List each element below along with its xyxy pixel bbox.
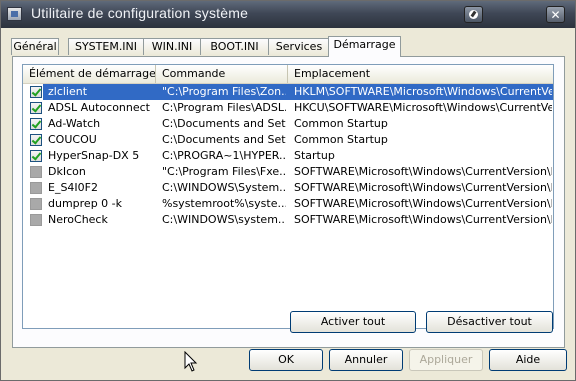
title-bar[interactable]: Utilitaire de configuration système ✕ [1,1,575,28]
enable-all-button[interactable]: Activer tout [290,311,416,333]
item-name-cell: dumprep 0 -k [48,197,123,210]
item-name-cell: ADSL Autoconnect [48,101,150,114]
startup-checkbox[interactable] [30,86,42,98]
location-cell: HKLM\SOFTWARE\Microsoft\Windows\CurrentV… [294,85,552,98]
startup-list[interactable]: Élément de démarrage Commande Emplacemen… [22,64,554,329]
help-icon [469,10,478,19]
startup-checkbox[interactable] [30,134,42,146]
item-name-cell: DkIcon [48,165,86,178]
location-cell: SOFTWARE\Microsoft\Windows\CurrentVersio… [294,181,552,194]
mouse-pointer-icon [184,351,198,372]
help-button[interactable]: Aide [489,349,567,371]
startup-checkbox[interactable] [30,166,42,178]
help-title-button[interactable] [464,6,483,23]
list-item[interactable]: ADSL Autoconnect C:\Program Files\ADSL...… [23,100,553,116]
cancel-button[interactable]: Annuler [329,349,403,371]
command-cell: "C:\Program Files\Zon... [162,85,286,98]
disable-all-button[interactable]: Désactiver tout [426,311,553,333]
location-cell: SOFTWARE\Microsoft\Windows\CurrentVersio… [294,197,552,210]
location-cell: Common Startup [294,133,388,146]
item-name-cell: Ad-Watch [48,117,101,130]
apply-button[interactable]: Appliquer [409,349,483,371]
tab-system-ini[interactable]: SYSTEM.INI [68,38,144,55]
list-header: Élément de démarrage Commande Emplacemen… [23,65,553,84]
list-item[interactable]: HyperSnap-DX 5 C:\PROGRA~1\HYPER... Startu… [23,148,553,164]
tab-strip: Général SYSTEM.INI WIN.INI BOOT.INI Serv… [11,36,571,57]
command-cell: C:\PROGRA~1\HYPER... [162,149,286,162]
column-header-location[interactable]: Emplacement [288,65,553,83]
item-name-cell: HyperSnap-DX 5 [48,149,140,162]
command-cell: C:\Program Files\ADSL... [162,101,286,114]
startup-checkbox[interactable] [30,118,42,130]
tab-demarrage[interactable]: Démarrage [328,36,401,57]
close-icon: ✕ [550,7,561,22]
list-item[interactable]: Ad-Watch C:\Documents and Set... Common St… [23,116,553,132]
tab-general[interactable]: Général [11,38,59,55]
item-name-cell: E_S4I0F2 [48,181,98,194]
list-item[interactable]: NeroCheck C:\WINDOWS\system... SOFTWARE\Mi… [23,212,553,228]
item-name-cell: zlclient [48,85,88,98]
command-cell: %systemroot%\syste... [162,197,286,210]
list-item[interactable]: dumprep 0 -k %systemroot%\syste... SOFTWAR… [23,196,553,212]
command-cell: C:\Documents and Set... [162,133,286,146]
list-item[interactable]: zlclient "C:\Program Files\Zon... HKLM\SOF… [23,84,553,100]
tab-boot-ini[interactable]: BOOT.INI [200,38,269,55]
item-name-cell: NeroCheck [48,213,108,226]
tab-win-ini[interactable]: WIN.INI [143,38,201,55]
column-header-command[interactable]: Commande [156,65,288,83]
location-cell: Startup [294,149,335,162]
startup-checkbox[interactable] [30,214,42,226]
location-cell: SOFTWARE\Microsoft\Windows\CurrentVersio… [294,165,552,178]
column-header-item[interactable]: Élément de démarrage [23,65,156,83]
list-item[interactable]: DkIcon "C:\Program Files\Fxe... SOFTWARE\M… [23,164,553,180]
system-config-window: Utilitaire de configuration système ✕ Gé… [0,0,576,381]
startup-checkbox[interactable] [30,182,42,194]
location-cell: SOFTWARE\Microsoft\Windows\CurrentVersio… [294,213,552,226]
command-cell: C:\Documents and Set... [162,117,286,130]
startup-checkbox[interactable] [30,102,42,114]
item-name-cell: COUCOU [48,133,97,146]
tab-services[interactable]: Services [268,38,330,55]
ok-button[interactable]: OK [249,349,323,371]
startup-checkbox[interactable] [30,198,42,210]
close-button[interactable]: ✕ [546,6,565,23]
location-cell: Common Startup [294,117,388,130]
command-cell: "C:\Program Files\Fxe... [162,165,286,178]
list-item[interactable]: COUCOU C:\Documents and Set... Common Star… [23,132,553,148]
command-cell: C:\WINDOWS\System... [162,181,286,194]
location-cell: HKCU\SOFTWARE\Microsoft\Windows\CurrentV… [294,101,552,114]
window-title: Utilitaire de configuration système [31,5,249,21]
command-cell: C:\WINDOWS\system... [162,213,286,226]
startup-checkbox[interactable] [30,150,42,162]
list-item[interactable]: E_S4I0F2 C:\WINDOWS\System... SOFTWARE\Mic… [23,180,553,196]
app-window-icon [7,7,22,21]
